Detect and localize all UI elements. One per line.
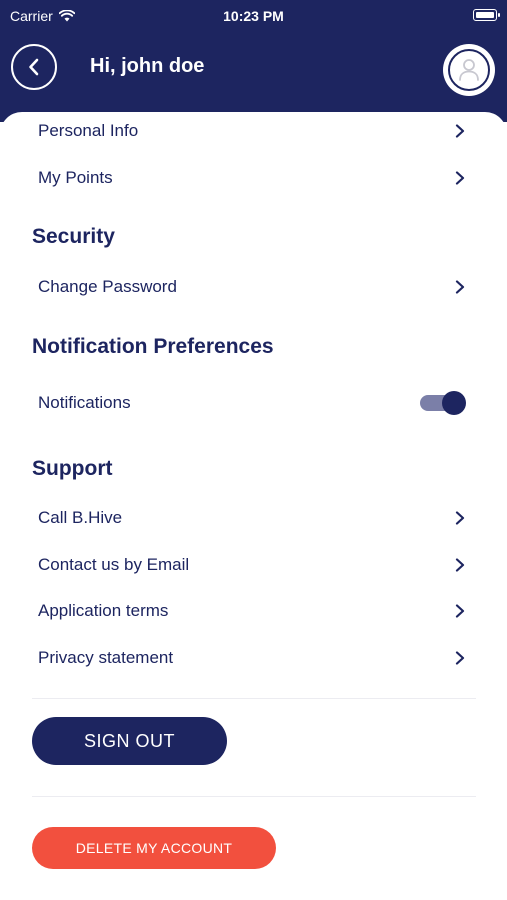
menu-item-label: Privacy statement — [38, 648, 174, 667]
page-title: Hi, john doe — [90, 55, 205, 77]
delete-account-button[interactable]: DELETE MY ACCOUNT — [32, 827, 276, 869]
menu-item-notifications: Notifications — [38, 385, 466, 421]
menu-item-change-password[interactable]: Change Password — [38, 269, 466, 305]
divider — [32, 698, 476, 699]
menu-item-call-bhive[interactable]: Call B.Hive — [38, 500, 466, 536]
section-heading-notification-preferences: Notification Preferences — [32, 335, 274, 358]
status-bar: Carrier 10:23 PM — [0, 0, 507, 32]
menu-item-label: Application terms — [38, 601, 169, 620]
header-bar: Carrier 10:23 PM Hi, john doe — [0, 0, 507, 122]
battery-icon — [473, 9, 500, 21]
avatar[interactable] — [443, 44, 495, 96]
status-time: 10:23 PM — [223, 8, 284, 24]
menu-item-label: My Points — [38, 168, 113, 187]
menu-item-label: Change Password — [38, 277, 177, 296]
menu-item-privacy-statement[interactable]: Privacy statement — [38, 640, 466, 676]
chevron-right-icon — [455, 171, 465, 185]
chevron-right-icon — [455, 651, 465, 665]
section-heading-security: Security — [32, 225, 115, 248]
user-icon — [459, 59, 479, 81]
chevron-right-icon — [455, 558, 465, 572]
chevron-left-icon — [29, 58, 39, 76]
divider — [32, 796, 476, 797]
menu-item-label: Call B.Hive — [38, 508, 123, 527]
menu-item-contact-email[interactable]: Contact us by Email — [38, 547, 466, 583]
notifications-toggle[interactable] — [420, 391, 466, 415]
menu-item-label: Contact us by Email — [38, 555, 190, 574]
chevron-right-icon — [455, 604, 465, 618]
sign-out-button[interactable]: SIGN OUT — [32, 717, 227, 765]
menu-item-personal-info[interactable]: Personal Info — [38, 113, 466, 149]
menu-item-label: Personal Info — [38, 121, 139, 140]
chevron-right-icon — [455, 280, 465, 294]
chevron-right-icon — [455, 511, 465, 525]
chevron-right-icon — [455, 124, 465, 138]
menu-item-application-terms[interactable]: Application terms — [38, 593, 466, 629]
section-heading-support: Support — [32, 457, 113, 480]
notifications-label: Notifications — [38, 393, 131, 412]
menu-item-my-points[interactable]: My Points — [38, 160, 466, 196]
back-button[interactable] — [11, 44, 57, 90]
